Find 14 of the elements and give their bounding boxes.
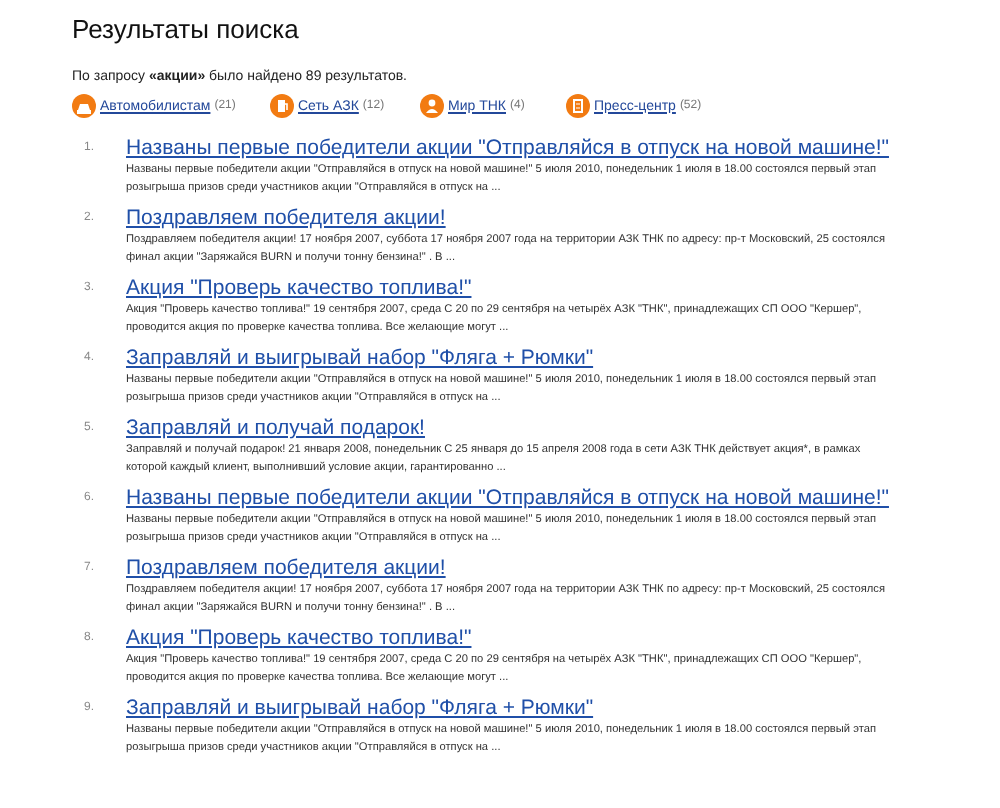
result-title[interactable]: Акция "Проверь качество топлива!" bbox=[126, 626, 886, 652]
category-icon bbox=[72, 94, 96, 118]
category-icon bbox=[270, 94, 294, 118]
result-title[interactable]: Поздравляем победителя акции! bbox=[126, 206, 886, 232]
result-title[interactable]: Названы первые победители акции "Отправляйся в отпуск на новой машине!" bbox=[126, 486, 889, 512]
result-title[interactable]: Поздравляем победителя акции! bbox=[126, 556, 886, 582]
result-title[interactable]: Названы первые победители акции "Отправляйся в отпуск на новой машине!" bbox=[126, 136, 889, 162]
category-icon bbox=[420, 94, 444, 118]
category-icon bbox=[566, 94, 590, 118]
result-title[interactable]: Заправляй и выигрывай набор "Фляга + Рюмки" bbox=[126, 346, 886, 372]
page-heading: Результаты поиска bbox=[72, 14, 301, 46]
result-title[interactable]: Заправляй и выигрывай набор "Фляга + Рюмки" bbox=[126, 696, 886, 722]
result-title[interactable]: Акция "Проверь качество топлива!" bbox=[126, 276, 886, 302]
result-title[interactable]: Заправляй и получай подарок! bbox=[126, 416, 886, 442]
